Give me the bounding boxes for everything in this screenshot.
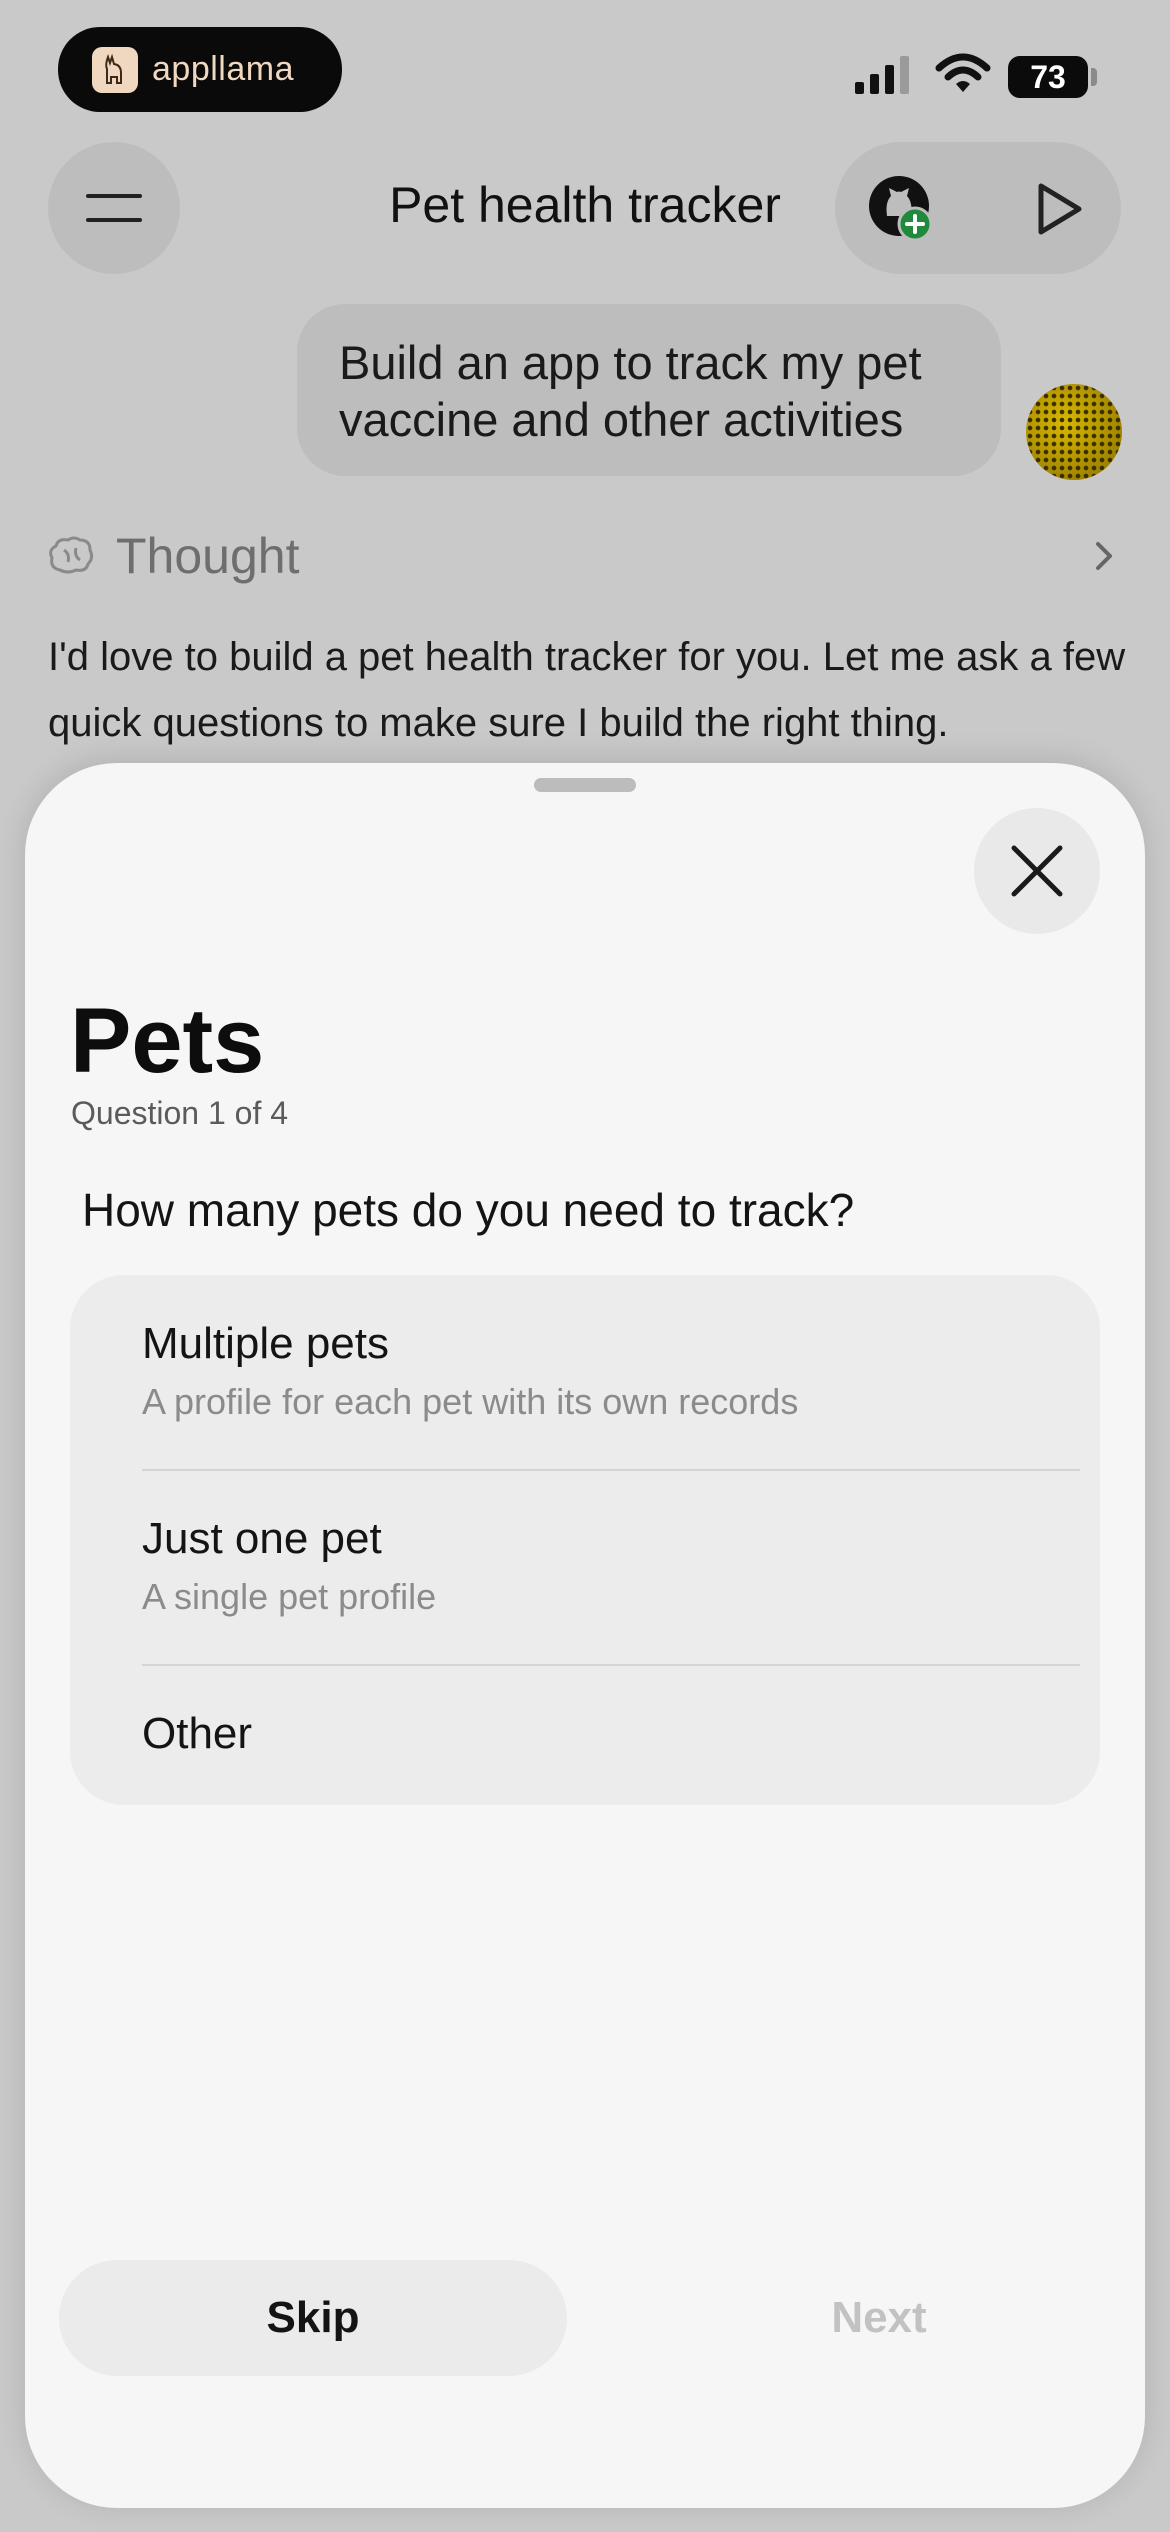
hamburger-menu-icon	[86, 194, 142, 222]
thought-label: Thought	[116, 528, 300, 584]
options-list: Multiple pets A profile for each pet wit…	[70, 1275, 1100, 1805]
llama-logo-icon	[92, 46, 138, 93]
skip-button[interactable]: Skip	[59, 2260, 567, 2376]
close-icon	[1011, 845, 1063, 897]
user-avatar[interactable]	[1026, 384, 1122, 480]
option-divider	[142, 1469, 1080, 1471]
chevron-right-icon	[1096, 542, 1112, 570]
question-text: How many pets do you need to track?	[82, 1184, 855, 1236]
menu-button[interactable]	[48, 142, 180, 274]
option-title: Other	[142, 1709, 253, 1758]
github-connect-button[interactable]	[865, 172, 941, 248]
option-just-one-pet[interactable]: Just one pet A single pet profile	[70, 1514, 1100, 1664]
option-title: Just one pet	[142, 1514, 382, 1563]
sheet-grabber[interactable]	[534, 778, 636, 792]
question-sheet: Pets Question 1 of 4 How many pets do yo…	[25, 763, 1145, 2508]
play-icon	[1038, 183, 1082, 235]
wifi-icon	[935, 53, 991, 92]
option-description: A profile for each pet with its own reco…	[142, 1381, 799, 1422]
brand-name: appllama	[152, 50, 294, 88]
github-icon	[869, 176, 933, 242]
battery-indicator: 73	[1008, 56, 1088, 98]
question-progress: Question 1 of 4	[71, 1095, 289, 1131]
thought-toggle[interactable]: Thought	[48, 520, 1122, 592]
close-button[interactable]	[974, 808, 1100, 934]
user-message-bubble: Build an app to track my pet vaccine and…	[297, 304, 1001, 476]
option-multiple-pets[interactable]: Multiple pets A profile for each pet wit…	[70, 1319, 1100, 1469]
option-other[interactable]: Other	[70, 1709, 1100, 1799]
cellular-signal-icon	[855, 56, 909, 94]
user-message-text: Build an app to track my pet vaccine and…	[339, 336, 922, 446]
battery-cap	[1091, 68, 1097, 86]
battery-level: 73	[1030, 58, 1066, 95]
option-divider	[142, 1664, 1080, 1666]
header-actions	[835, 142, 1121, 274]
page-title: Pet health tracker	[389, 177, 781, 233]
run-app-button[interactable]	[1025, 176, 1091, 242]
app-badge: appllama	[58, 27, 342, 112]
option-description: A single pet profile	[142, 1576, 437, 1617]
brain-icon	[49, 536, 94, 574]
sheet-title: Pets	[70, 990, 265, 1092]
assistant-message: I'd love to build a pet health tracker f…	[48, 635, 1126, 745]
option-title: Multiple pets	[142, 1319, 390, 1368]
next-button[interactable]: Next	[625, 2260, 1133, 2376]
